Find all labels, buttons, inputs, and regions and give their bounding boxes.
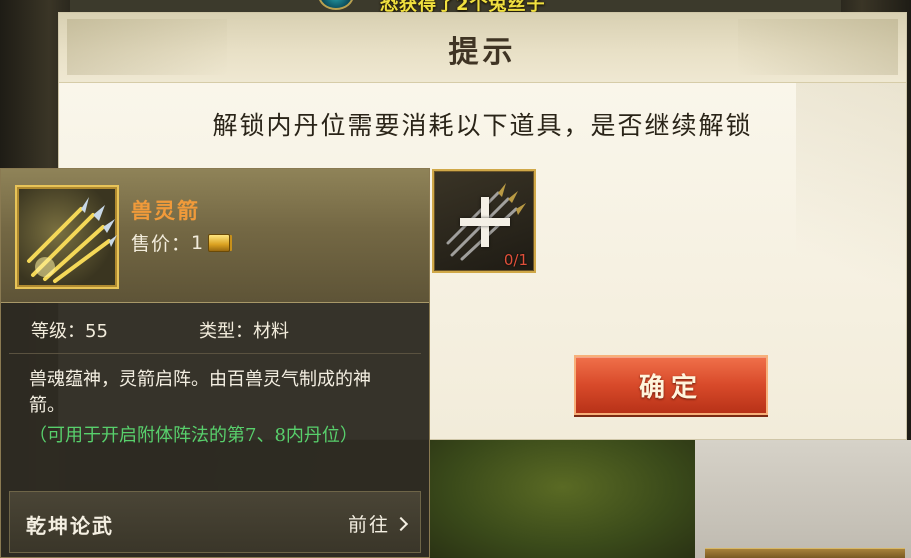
goto-label: 前往 [347,514,390,536]
background-floor [430,440,695,558]
golden-arrows-icon [27,197,117,283]
price-value: 1 [191,231,205,254]
type-value: 材料 [253,321,289,342]
item-name: 兽灵箭 [131,198,200,223]
dialog-header: 提示 [59,13,906,83]
item-description: 兽魂蕴神，灵箭启阵。由百兽灵气制成的神箭。 [29,369,371,416]
item-tooltip: 兽灵箭 售价： 1 等级：55 类型：材料 兽魂蕴神，灵箭启阵。由百兽灵气制成的… [0,168,430,558]
item-type: 类型：材料 [199,317,289,343]
item-source-row[interactable]: 乾坤论武 前往 [9,491,421,553]
chevron-right-icon [393,516,409,531]
item-level: 等级：55 [31,317,108,343]
background-orb-icon [318,0,354,10]
item-usage-note: （可用于开启附体阵法的第7、8内丹位） [29,425,358,446]
confirm-button[interactable]: 确定 [574,355,768,415]
cost-item-slot[interactable]: 0/1 [432,169,536,273]
item-icon-frame [15,185,119,289]
price-label: 售价： [131,233,192,255]
source-label: 乾坤论武 [26,514,114,538]
level-label: 等级： [31,321,85,342]
item-price: 售价： 1 [131,229,231,256]
tooltip-header: 兽灵箭 售价： 1 [1,169,429,303]
background-panel-right [695,440,911,558]
type-label: 类型： [199,321,253,342]
cost-item-count: 0/1 [503,251,528,269]
tooltip-divider [9,353,421,354]
add-plus-icon [460,197,510,247]
item-stats: 等级：55 类型：材料 [31,317,411,343]
goto-link[interactable]: 前往 [347,510,409,537]
level-value: 55 [85,321,108,342]
dialog-message: 解锁内丹位需要消耗以下道具，是否继续解锁 [212,111,753,140]
dialog-title: 提示 [448,35,517,70]
gold-ingot-icon [208,233,231,252]
background-bottom-plate [705,548,905,558]
